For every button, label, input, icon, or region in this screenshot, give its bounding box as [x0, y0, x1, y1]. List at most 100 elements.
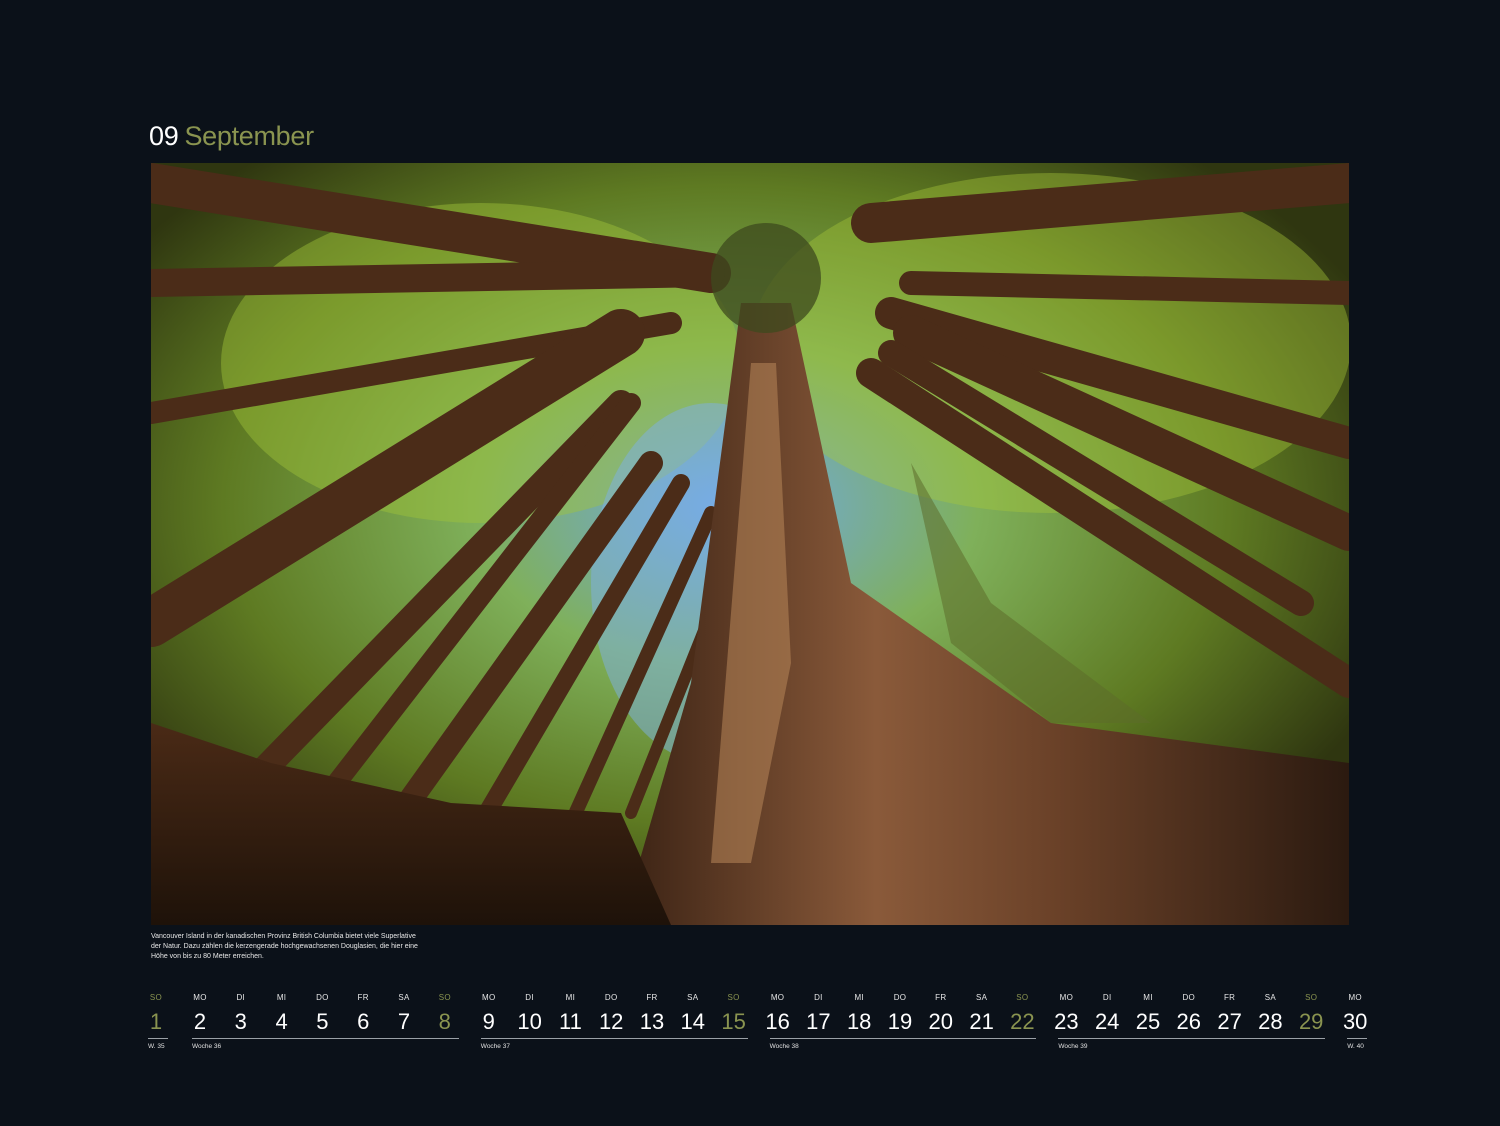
weekday-label: SA — [1264, 993, 1277, 1002]
weekday-label: FR — [935, 993, 947, 1002]
weekday-label: FR — [1223, 993, 1236, 1002]
calendar-day: FR 6 — [348, 992, 378, 1036]
week-divider — [192, 1038, 459, 1039]
weekday-label: DO — [1182, 993, 1196, 1002]
day-number: 25 — [1135, 1009, 1161, 1034]
calendar-day: MI 25 — [1133, 992, 1163, 1036]
weekday-label: DO — [893, 993, 907, 1002]
calendar-day: SA 21 — [967, 992, 997, 1036]
photo-caption: Vancouver Island in der kanadischen Prov… — [151, 933, 418, 960]
calendar-day: DI 10 — [515, 992, 545, 1036]
day-number: 19 — [887, 1009, 913, 1034]
calendar-day: SO 8 — [430, 992, 460, 1036]
day-number: 22 — [1010, 1009, 1035, 1034]
day-number: 10 — [517, 1009, 542, 1034]
week-label: Woche 37 — [480, 1043, 510, 1050]
calendar-day: SO 15 — [719, 992, 749, 1036]
weekday-label: SA — [975, 993, 988, 1002]
forest-canopy-photo — [151, 163, 1349, 925]
day-number: 27 — [1217, 1009, 1242, 1034]
calendar-day: MI 18 — [844, 992, 874, 1036]
calendar-day: FR 13 — [637, 992, 667, 1036]
weekday-label: MI — [276, 993, 287, 1002]
day-number: 7 — [397, 1009, 411, 1034]
day-number: 14 — [680, 1009, 706, 1034]
weekday-label: DI — [814, 993, 823, 1002]
weekday-label: DI — [1102, 993, 1112, 1002]
calendar-day: MO 9 — [474, 992, 504, 1036]
weekday-label: SA — [398, 993, 410, 1002]
day-number: 4 — [275, 1009, 288, 1034]
calendar-day: FR 27 — [1215, 992, 1245, 1036]
day-number: 17 — [806, 1009, 831, 1034]
weekday-label: MI — [565, 993, 576, 1002]
calendar-day: MO 2 — [185, 992, 215, 1036]
calendar-day: DI 24 — [1092, 992, 1122, 1036]
weekday-label: SO — [1016, 993, 1029, 1002]
weekday-label: FR — [357, 993, 369, 1002]
week-label: Woche 38 — [769, 1043, 799, 1050]
day-number: 6 — [357, 1009, 370, 1034]
day-number: 13 — [639, 1009, 665, 1034]
weekday-label: DI — [525, 993, 534, 1002]
weekday-label: MO — [1348, 993, 1362, 1002]
day-number: 26 — [1176, 1009, 1202, 1034]
week-label: W. 35 — [148, 1043, 165, 1050]
calendar-day: SA 7 — [389, 992, 419, 1036]
day-number: 9 — [482, 1009, 495, 1034]
week-label: W. 40 — [1347, 1043, 1364, 1050]
calendar-day: DO 5 — [307, 992, 337, 1036]
weekday-label: MO — [193, 993, 207, 1002]
calendar-day: SO 1 — [141, 992, 171, 1036]
weekday-label: DI — [236, 993, 246, 1002]
weekday-label: SO — [438, 993, 451, 1002]
day-number: 29 — [1298, 1009, 1324, 1034]
day-number: 2 — [193, 1009, 207, 1034]
weekday-label: SO — [149, 993, 163, 1002]
month-name: September — [184, 121, 314, 151]
week-divider — [1347, 1038, 1368, 1039]
day-number: 20 — [928, 1009, 954, 1034]
calendar-day: MI 11 — [555, 992, 585, 1036]
calendar-day: DI 17 — [803, 992, 833, 1036]
calendar-strip: SO 1 MO 2 DI 3 MI 4 DO 5 FR 6 SA 7 SO 8 MO 9 DI 10 MI 11 DO 12 F… — [148, 992, 1367, 1062]
calendar-day: SO 29 — [1296, 992, 1326, 1036]
calendar-day: MI 4 — [267, 992, 297, 1036]
calendar-day: DO 12 — [596, 992, 626, 1036]
weekday-label: MI — [1143, 993, 1153, 1002]
calendar-day: SA 14 — [678, 992, 708, 1036]
day-number: 30 — [1342, 1009, 1368, 1034]
day-number: 18 — [846, 1009, 872, 1034]
weekday-label: MO — [482, 993, 496, 1002]
weekday-label: DO — [604, 993, 618, 1002]
month-title: 09 September — [149, 120, 314, 152]
week-divider — [148, 1038, 168, 1039]
week-label: Woche 36 — [192, 1043, 222, 1050]
weekday-label: MO — [1059, 993, 1074, 1002]
calendar-day: MO 23 — [1051, 992, 1081, 1036]
week-divider — [480, 1038, 748, 1039]
day-number: 1 — [149, 1009, 163, 1034]
calendar-day: DI 3 — [226, 992, 256, 1036]
week-divider — [769, 1038, 1037, 1039]
calendar-day: SA 28 — [1255, 992, 1285, 1036]
week-label: Woche 39 — [1058, 1043, 1088, 1050]
day-number: 12 — [598, 1009, 624, 1034]
day-number: 28 — [1258, 1009, 1283, 1034]
weekday-label: MI — [854, 993, 864, 1002]
day-number: 21 — [969, 1009, 994, 1034]
calendar-day: FR 20 — [926, 992, 956, 1036]
weekday-label: SO — [727, 993, 740, 1002]
day-number: 5 — [316, 1009, 329, 1034]
day-number: 8 — [438, 1009, 451, 1034]
weekday-label: SO — [1305, 993, 1318, 1002]
day-number: 23 — [1054, 1009, 1079, 1034]
week-divider — [1058, 1038, 1326, 1039]
day-number: 11 — [558, 1009, 582, 1034]
day-number: 3 — [234, 1009, 247, 1034]
calendar-day: MO 16 — [763, 992, 793, 1036]
calendar-day: DO 26 — [1174, 992, 1204, 1036]
weekday-label: MO — [770, 993, 785, 1002]
calendar-day: MO 30 — [1340, 992, 1370, 1036]
day-number: 16 — [765, 1009, 790, 1034]
